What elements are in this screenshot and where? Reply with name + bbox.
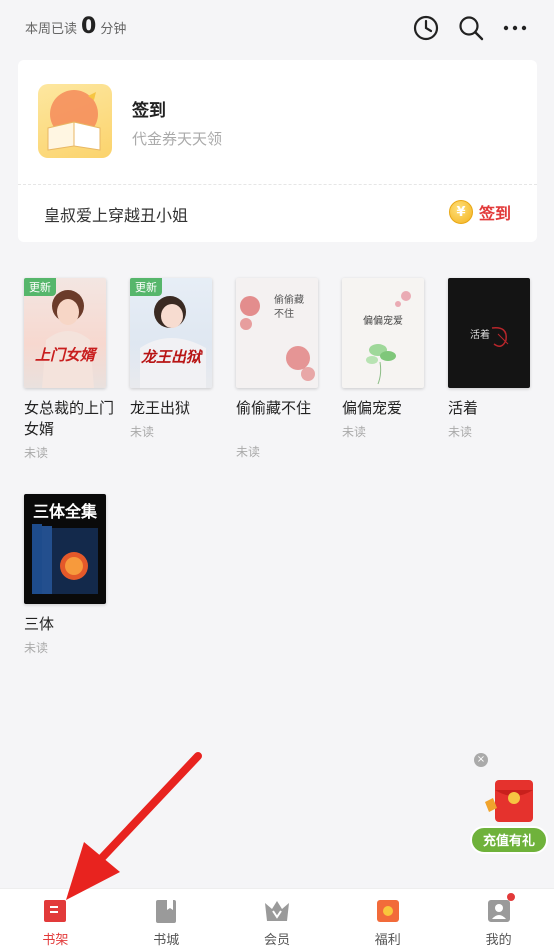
book-title: 偏偏宠爱 bbox=[342, 399, 403, 417]
book-title: 活着 bbox=[448, 399, 479, 417]
card-divider bbox=[18, 184, 537, 185]
book-cover[interactable]: 偏偏宠爱 bbox=[342, 278, 424, 388]
book-cover[interactable]: 更新 龙王出狱 bbox=[130, 278, 212, 388]
weekly-prefix: 本周已读 bbox=[25, 22, 78, 37]
search-icon[interactable] bbox=[457, 14, 485, 42]
book-status: 未读 bbox=[24, 446, 49, 460]
weekly-reading-stat: 本周已读 0 分钟 bbox=[25, 16, 126, 38]
book-item[interactable]: 活着 活着 未读 bbox=[448, 278, 532, 440]
nav-label: 书架 bbox=[42, 933, 69, 948]
update-badge: 更新 bbox=[130, 278, 162, 296]
bottom-nav: 书架 书城 会员 福利 我的 bbox=[0, 888, 554, 952]
cover-title: 三体全集 bbox=[32, 502, 97, 521]
book-title: 三体 bbox=[24, 615, 55, 633]
gift-icon bbox=[376, 900, 399, 922]
nav-bookshelf[interactable]: 书架 bbox=[0, 889, 111, 952]
red-envelope-icon[interactable] bbox=[483, 776, 539, 826]
book-status: 未读 bbox=[236, 445, 261, 459]
history-icon[interactable] bbox=[412, 14, 440, 42]
recharge-gift-button[interactable]: 充值有礼 bbox=[470, 826, 548, 854]
coin-icon: ¥ bbox=[448, 200, 473, 224]
book-title: 女总裁的上门女婿 bbox=[24, 399, 115, 438]
top-bar: 本周已读 0 分钟 bbox=[0, 0, 554, 58]
weekly-minutes: 0 bbox=[81, 14, 97, 39]
close-icon[interactable]: × bbox=[474, 753, 488, 767]
book-item[interactable]: 偏偏宠爱 偏偏宠爱 未读 bbox=[342, 278, 426, 440]
nav-welfare[interactable]: 福利 bbox=[332, 889, 443, 952]
book-cover[interactable]: 偷偷藏不住 bbox=[236, 278, 318, 388]
book-status: 未读 bbox=[448, 425, 473, 439]
nav-label: 我的 bbox=[485, 933, 512, 948]
bookstore-icon bbox=[156, 900, 177, 923]
book-item[interactable]: 三体全集 三体 未读 bbox=[24, 494, 108, 656]
recommended-book-title[interactable]: 皇叔爱上穿越丑小姐 bbox=[44, 202, 188, 226]
book-item[interactable]: 更新 上门女婿 女总裁的上门女婿 未读 bbox=[24, 278, 114, 461]
nav-profile[interactable]: 我的 bbox=[443, 889, 554, 952]
nav-vip[interactable]: 会员 bbox=[222, 889, 333, 952]
book-status: 未读 bbox=[130, 425, 155, 439]
book-cover[interactable]: 更新 上门女婿 bbox=[24, 278, 106, 388]
book-item[interactable]: 更新 龙王出狱 龙王出狱 未读 bbox=[130, 278, 214, 440]
cover-art bbox=[366, 291, 411, 385]
book-status: 未读 bbox=[24, 641, 49, 655]
book-cover[interactable]: 活着 bbox=[448, 278, 530, 388]
cover-title: 上门女婿 bbox=[34, 346, 95, 364]
bookshelf-icon bbox=[44, 900, 67, 922]
open-book-icon bbox=[47, 90, 101, 151]
cover-title: 龙王出狱 bbox=[140, 348, 201, 366]
book-status: 未读 bbox=[342, 425, 367, 439]
more-icon[interactable] bbox=[501, 14, 529, 42]
cover-title: 活着 bbox=[470, 330, 490, 341]
vip-icon bbox=[264, 901, 289, 921]
cover-title: 偏偏宠爱 bbox=[363, 316, 403, 327]
update-badge: 更新 bbox=[24, 278, 56, 296]
profile-icon bbox=[487, 900, 510, 922]
book-title: 龙王出狱 bbox=[130, 399, 191, 417]
nav-bookstore[interactable]: 书城 bbox=[111, 889, 222, 952]
nav-label: 会员 bbox=[263, 933, 290, 948]
signin-subtitle: 代金券天天领 bbox=[132, 130, 223, 148]
signin-button-label: 签到 bbox=[478, 204, 511, 223]
signin-title[interactable]: 签到 bbox=[132, 96, 166, 121]
book-item[interactable]: 偷偷藏不住 偷偷藏不住 未读 bbox=[236, 278, 320, 460]
signin-button[interactable]: ¥ 签到 bbox=[448, 200, 511, 224]
weekly-unit: 分钟 bbox=[100, 22, 127, 37]
signin-book-illustration[interactable] bbox=[38, 84, 112, 158]
notification-dot bbox=[507, 893, 516, 901]
signin-card: 签到 代金券天天领 皇叔爱上穿越丑小姐 ¥ 签到 bbox=[18, 60, 537, 242]
nav-label: 书城 bbox=[153, 933, 180, 948]
book-cover[interactable]: 三体全集 bbox=[24, 494, 106, 604]
cover-title: 偷偷藏不住 bbox=[274, 295, 304, 320]
nav-label: 福利 bbox=[374, 933, 401, 948]
book-title: 偷偷藏不住 bbox=[236, 399, 312, 417]
